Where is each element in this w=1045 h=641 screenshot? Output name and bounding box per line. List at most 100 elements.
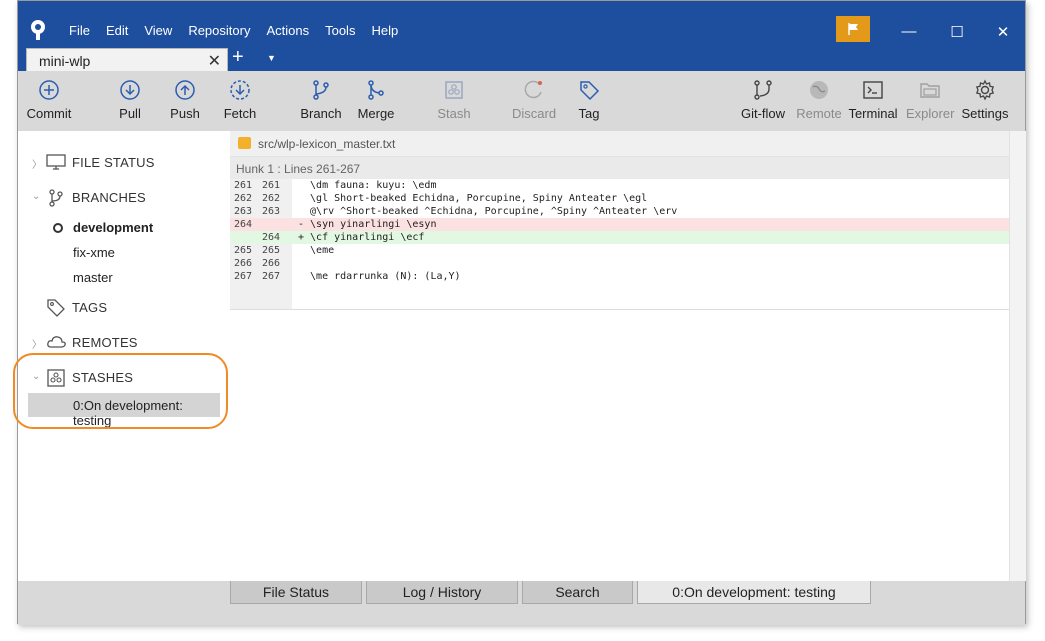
desktop-background bbox=[0, 0, 18, 641]
merge-label: Merge bbox=[357, 106, 395, 121]
push-icon bbox=[175, 80, 195, 100]
remote-label: Remote bbox=[796, 106, 842, 121]
git-flow-label: Git-flow bbox=[740, 106, 786, 121]
menu-tools[interactable]: Tools bbox=[317, 23, 363, 38]
commit-label: Commit bbox=[26, 106, 72, 121]
remote-button[interactable]: Remote bbox=[796, 79, 842, 127]
menu-file[interactable]: File bbox=[61, 23, 98, 38]
diff-line[interactable]: 261 261 \dm fauna: kuyu: \edm bbox=[230, 179, 1009, 192]
vertical-scrollbar[interactable] bbox=[1009, 131, 1026, 581]
cloud-icon bbox=[47, 336, 66, 348]
close-tab-icon[interactable]: ✕ bbox=[208, 51, 221, 71]
modified-file-icon bbox=[238, 137, 251, 149]
commit-button[interactable]: Commit bbox=[26, 79, 72, 127]
tab-search[interactable]: Search bbox=[522, 581, 633, 604]
close-window-button[interactable]: ✕ bbox=[988, 23, 1018, 41]
stash-button[interactable]: Stash bbox=[434, 79, 474, 127]
add-tab-button[interactable]: + bbox=[232, 46, 244, 69]
stash-icon bbox=[445, 81, 463, 99]
menu-view[interactable]: View bbox=[136, 23, 180, 38]
diff-code: 261 261 \dm fauna: kuyu: \edm 262 262 \gl … bbox=[230, 179, 1009, 310]
toolbar: Commit Pull Push Fetch Branch Merge Stas… bbox=[18, 71, 1025, 131]
push-button[interactable]: Push bbox=[165, 79, 205, 127]
discard-button[interactable]: Discard bbox=[512, 79, 556, 127]
terminal-label: Terminal bbox=[848, 106, 898, 121]
sidebar-branch-fix-xme[interactable]: fix-xme bbox=[73, 245, 115, 260]
sidebar-branch-master[interactable]: master bbox=[73, 270, 113, 285]
discard-label: Discard bbox=[512, 106, 557, 121]
diff-line-added[interactable]: 264 + \cf yinarlingi \ecf bbox=[230, 231, 1009, 244]
repo-tab[interactable]: mini-wlp ✕ bbox=[26, 48, 228, 71]
branch-button[interactable]: Branch bbox=[298, 79, 344, 127]
branch-label: Branch bbox=[300, 106, 342, 121]
terminal-icon bbox=[863, 81, 883, 99]
diff-line[interactable]: 265 265 \eme bbox=[230, 244, 1009, 257]
pull-icon bbox=[120, 80, 140, 100]
diff-line[interactable]: 267 267 \me rdarrunka (N): (La,Y) bbox=[230, 270, 1009, 283]
sidebar-section-file-status[interactable]: 〉 FILE STATUS bbox=[18, 151, 230, 175]
diff-line[interactable]: 262 262 \gl Short-beaked Echidna, Porcupi… bbox=[230, 192, 1009, 205]
commit-icon bbox=[39, 80, 59, 100]
settings-label: Settings bbox=[961, 106, 1009, 121]
tag-label: Tag bbox=[578, 106, 600, 121]
tab-dropdown-icon[interactable]: ▼ bbox=[267, 53, 276, 63]
terminal-button[interactable]: Terminal bbox=[848, 79, 898, 127]
explorer-button[interactable]: Explorer bbox=[906, 79, 954, 127]
stash-label: Stash bbox=[437, 106, 471, 121]
explorer-label: Explorer bbox=[906, 106, 955, 121]
tab-file-status[interactable]: File Status bbox=[230, 581, 362, 604]
remote-icon bbox=[810, 81, 828, 99]
tag-button[interactable]: Tag bbox=[570, 79, 608, 127]
settings-button[interactable]: Settings bbox=[961, 79, 1009, 127]
minimize-button[interactable]: — bbox=[894, 23, 924, 40]
menu-help[interactable]: Help bbox=[363, 23, 406, 38]
diff-line[interactable]: 266 266 bbox=[230, 257, 1009, 270]
maximize-button[interactable]: ☐ bbox=[942, 23, 972, 41]
chevron-right-icon: 〉 bbox=[32, 340, 42, 351]
menu-actions[interactable]: Actions bbox=[258, 23, 317, 38]
hunk-header: Hunk 1 : Lines 261-267 bbox=[230, 157, 1009, 179]
fetch-button[interactable]: Fetch bbox=[220, 79, 260, 127]
menu-edit[interactable]: Edit bbox=[98, 23, 136, 38]
fetch-label: Fetch bbox=[223, 106, 257, 121]
tags-label: TAGS bbox=[72, 300, 108, 315]
explorer-icon bbox=[920, 83, 940, 98]
monitor-icon bbox=[46, 154, 66, 170]
merge-icon bbox=[368, 80, 384, 100]
sidebar-section-branches[interactable]: ⌄ BRANCHES bbox=[18, 186, 230, 210]
chevron-down-icon: ⌄ bbox=[32, 191, 41, 202]
sidebar-branch-development[interactable]: development bbox=[73, 220, 153, 235]
discard-icon bbox=[524, 80, 542, 99]
remotes-label: REMOTES bbox=[72, 335, 138, 350]
title-bar: File Edit View Repository Actions Tools … bbox=[18, 1, 1025, 46]
push-label: Push bbox=[170, 106, 200, 121]
sidebar-section-remotes[interactable]: 〉 REMOTES bbox=[18, 331, 230, 355]
fetch-icon bbox=[230, 80, 250, 100]
menu-bar: File Edit View Repository Actions Tools … bbox=[61, 23, 406, 38]
git-flow-icon bbox=[754, 80, 772, 100]
app-window: File Edit View Repository Actions Tools … bbox=[13, 0, 1026, 625]
file-header: src/wlp-lexicon_master.txt bbox=[230, 131, 1009, 157]
tag-icon bbox=[580, 81, 600, 101]
tab-stash-details[interactable]: 0:On development: testing bbox=[637, 581, 871, 604]
pull-label: Pull bbox=[119, 106, 141, 121]
tab-log-history[interactable]: Log / History bbox=[366, 581, 518, 604]
highlight-annotation bbox=[13, 353, 228, 429]
notification-flag-button[interactable] bbox=[836, 16, 870, 42]
diff-line-removed[interactable]: 264- \syn yinarlingi \esyn bbox=[230, 218, 1009, 231]
merge-button[interactable]: Merge bbox=[354, 79, 398, 127]
pull-button[interactable]: Pull bbox=[110, 79, 150, 127]
chevron-right-icon: 〉 bbox=[32, 160, 42, 171]
bottom-tab-bar: File Status Log / History Search 0:On de… bbox=[18, 581, 1025, 625]
sidebar: 〉 FILE STATUS ⌄ BRANCHES development fix… bbox=[13, 131, 231, 581]
hunk-label: Hunk 1 : Lines 261-267 bbox=[236, 162, 361, 176]
sidebar-section-tags[interactable]: TAGS bbox=[18, 296, 230, 320]
sourcetree-logo-icon bbox=[31, 20, 45, 40]
file-status-label: FILE STATUS bbox=[72, 155, 155, 170]
menu-repository[interactable]: Repository bbox=[180, 23, 258, 38]
git-flow-button[interactable]: Git-flow bbox=[739, 79, 787, 127]
diff-line[interactable]: 263 263 @\rv ^Short-beaked ^Echidna, Porc… bbox=[230, 205, 1009, 218]
branch-icon bbox=[49, 189, 63, 207]
tab-bar: mini-wlp ✕ + ▼ bbox=[18, 46, 1025, 71]
branch-icon bbox=[313, 80, 329, 100]
